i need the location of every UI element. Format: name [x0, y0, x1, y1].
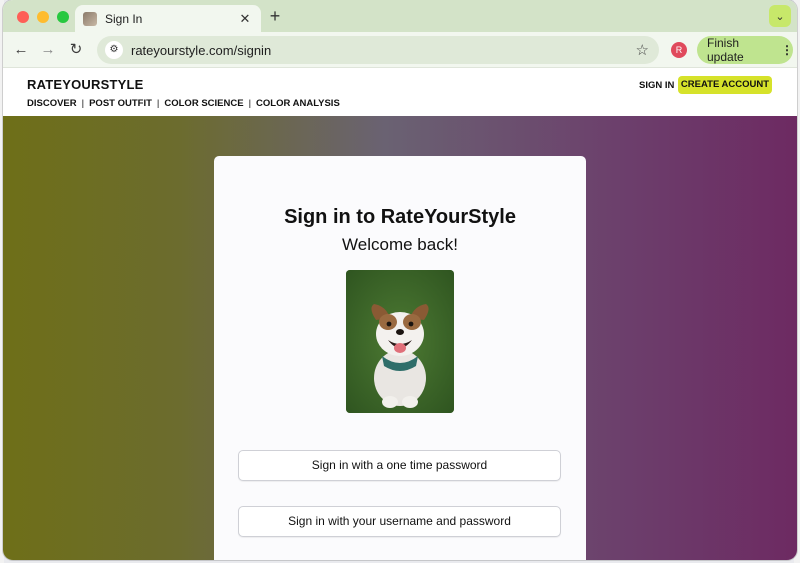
- site-header: RATEYOURSTYLE DISCOVER | POST OUTFIT | C…: [3, 68, 797, 116]
- browser-toolbar: ← → ↻ ⚙ rateyourstyle.com/signin ☆ R Fin…: [3, 32, 797, 68]
- bookmark-star-icon[interactable]: ☆: [636, 41, 649, 59]
- nav-separator: |: [156, 98, 160, 109]
- site-nav: DISCOVER | POST OUTFIT | COLOR SCIENCE |…: [27, 98, 340, 109]
- sign-in-card: Sign in to RateYourStyle Welcome back! S…: [214, 156, 586, 560]
- kebab-menu-icon: ⋮: [781, 43, 793, 57]
- gradient-background: Sign in to RateYourStyle Welcome back! S…: [3, 116, 797, 560]
- forward-button[interactable]: →: [38, 40, 58, 60]
- nav-separator: |: [81, 98, 85, 109]
- nav-color-analysis[interactable]: COLOR ANALYSIS: [256, 98, 340, 109]
- maximize-window-button[interactable]: [57, 11, 69, 23]
- address-bar[interactable]: ⚙ rateyourstyle.com/signin ☆: [97, 36, 659, 64]
- minimize-window-button[interactable]: [37, 11, 49, 23]
- nav-color-science[interactable]: COLOR SCIENCE: [164, 98, 243, 109]
- arrow-right-icon: →: [40, 41, 56, 58]
- sign-in-link[interactable]: SIGN IN: [639, 80, 674, 91]
- username-password-button[interactable]: Sign in with your username and password: [238, 506, 561, 537]
- window-controls: [17, 11, 69, 23]
- welcome-subtitle: Welcome back!: [342, 235, 458, 254]
- finish-update-label: Finish update: [707, 36, 744, 64]
- arrow-left-icon: ←: [13, 41, 29, 58]
- tab-strip: Sign In ✕ + ⌄: [3, 0, 797, 32]
- one-time-password-button[interactable]: Sign in with a one time password: [238, 450, 561, 481]
- create-account-button[interactable]: CREATE ACCOUNT: [678, 76, 772, 94]
- tab-sign-in[interactable]: Sign In ✕: [75, 5, 261, 32]
- back-button[interactable]: ←: [11, 40, 31, 60]
- url-text[interactable]: rateyourstyle.com/signin: [131, 43, 636, 58]
- tab-title: Sign In: [105, 11, 143, 26]
- close-icon[interactable]: ✕: [237, 11, 253, 27]
- reload-icon: ↻: [69, 41, 83, 58]
- nav-separator: |: [248, 98, 252, 109]
- close-window-button[interactable]: [17, 11, 29, 23]
- nav-post-outfit[interactable]: POST OUTFIT: [89, 98, 152, 109]
- profile-avatar[interactable]: R: [671, 42, 687, 58]
- favicon-icon: [83, 11, 97, 26]
- new-tab-button[interactable]: +: [265, 6, 285, 27]
- page-title: Sign in to RateYourStyle: [284, 206, 516, 228]
- reload-button[interactable]: ↻: [66, 40, 86, 60]
- finish-update-button[interactable]: Finish update ⋮: [697, 36, 793, 64]
- browser-window: Sign In ✕ + ⌄ ← → ↻ ⚙ rateyourstyle.com/…: [3, 0, 797, 560]
- nav-discover[interactable]: DISCOVER: [27, 98, 77, 109]
- chevron-down-icon: ⌄: [775, 10, 785, 23]
- site-logo[interactable]: RATEYOURSTYLE: [27, 77, 143, 92]
- tab-search-button[interactable]: ⌄: [769, 5, 791, 27]
- dog-photo: [346, 270, 454, 413]
- site-info-icon[interactable]: ⚙: [105, 41, 123, 59]
